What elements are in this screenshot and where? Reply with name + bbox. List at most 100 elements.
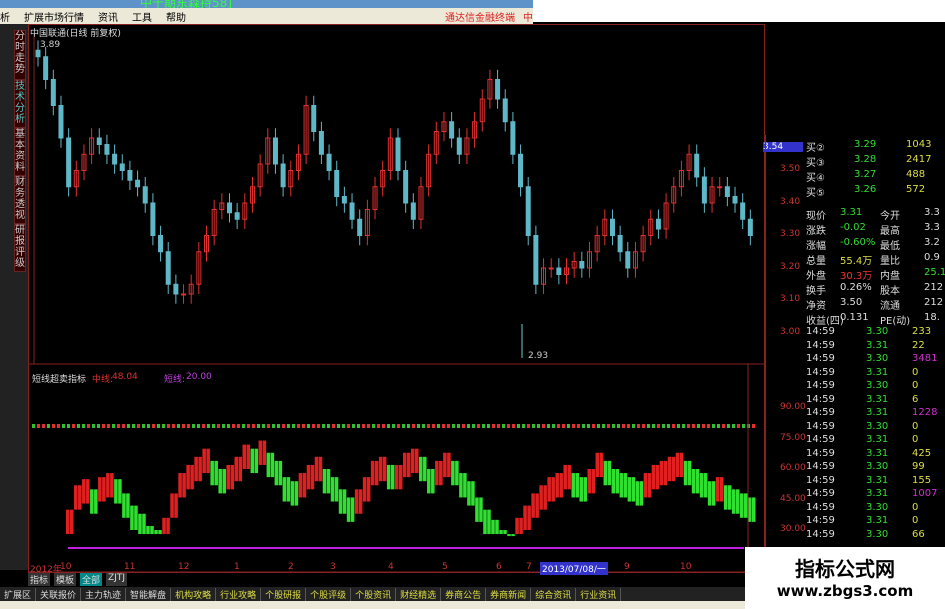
oscillator-bar: [314, 456, 319, 482]
menu-cut-item[interactable]: 析: [0, 9, 10, 24]
tab-zjtj[interactable]: ZJTJ: [106, 573, 128, 586]
bid-row: 买⑤ 3.26 572: [806, 184, 945, 199]
signal-dot: [652, 424, 655, 428]
bottom-link[interactable]: 智能解盘: [126, 587, 172, 601]
signal-dot: [367, 424, 370, 428]
candle: [426, 144, 432, 197]
oscillator-bar: [467, 481, 471, 506]
menu-item-news[interactable]: 资讯: [98, 9, 118, 24]
tab-all[interactable]: 全部: [80, 573, 103, 586]
tick-row-cell: 3.30: [866, 501, 889, 513]
candle: [441, 112, 447, 142]
candle-body: [556, 267, 562, 275]
tab-indicator[interactable]: 指标: [28, 573, 51, 586]
oscillator-bar: [627, 477, 632, 502]
candle: [58, 95, 64, 148]
oscillator-bar: [691, 469, 696, 494]
oscillator-bar: [366, 477, 371, 502]
bottom-link[interactable]: 综合资讯: [531, 587, 577, 601]
signal-dot: [412, 424, 415, 428]
oscillator-bar: [459, 473, 463, 498]
bottom-link[interactable]: 行业资讯: [576, 587, 622, 601]
signal-dot: [732, 424, 735, 428]
candle-body: [525, 186, 531, 236]
oscillator-bar: [655, 464, 660, 490]
oscillator-bar: [543, 485, 547, 510]
bid-row-cell: 488: [906, 169, 926, 180]
candle: [609, 209, 615, 246]
bid-row: 买② 3.29 1043: [806, 139, 945, 154]
signal-dot: [212, 424, 215, 428]
bottom-link[interactable]: 行业攻略: [216, 587, 262, 601]
oscillator-bar: [435, 460, 439, 486]
candle-body: [579, 261, 585, 269]
tab-financials[interactable]: 财务透视: [14, 176, 26, 224]
tab-ratings[interactable]: 研报评级: [14, 224, 26, 272]
bottom-link[interactable]: 券商公告: [441, 587, 487, 601]
date-tick: 5: [442, 562, 448, 572]
menu-item-tools[interactable]: 工具: [132, 9, 152, 24]
bottom-link[interactable]: 主力轨迹: [81, 587, 127, 601]
signal-dot: [217, 424, 220, 428]
bottom-link[interactable]: 关联报价: [36, 587, 82, 601]
oscillator-bar: [406, 452, 411, 478]
oscillator-bar: [318, 456, 323, 482]
oscillator-bar: [447, 452, 451, 478]
bid-row-cell: 买④: [806, 173, 825, 184]
oscillator-bar: [715, 477, 720, 502]
candle-body: [150, 202, 156, 236]
oscillator-bar: [555, 473, 559, 498]
candle: [502, 89, 508, 132]
oscillator-bar: [487, 509, 491, 535]
oscillator-bar: [302, 473, 307, 498]
tab-fundamentals[interactable]: 基本资料: [14, 128, 26, 176]
signal-dot: [492, 424, 495, 428]
bid-row: 买③ 3.28 2417: [806, 154, 945, 169]
signal-dot: [102, 424, 105, 428]
bottom-link[interactable]: 券商新闻: [486, 587, 532, 601]
signal-dot: [422, 424, 425, 428]
signal-dot: [427, 424, 430, 428]
candle-body: [694, 153, 700, 178]
oscillator-bar: [415, 448, 419, 474]
stat-row-cell: 3.3: [924, 207, 940, 218]
bottom-link[interactable]: 个股评级: [306, 587, 352, 601]
oscillator-bar: [78, 485, 82, 510]
bottom-link[interactable]: 财经精选: [396, 587, 442, 601]
candle: [694, 144, 700, 187]
candle: [135, 170, 141, 197]
menu-item-help[interactable]: 帮助: [166, 9, 186, 24]
menu-item-market[interactable]: 扩展市场行情: [24, 9, 84, 24]
candle-body: [311, 105, 317, 132]
signal-dot: [37, 424, 40, 428]
stat-row-cell: 换手: [806, 286, 826, 297]
oscillator-bar: [551, 477, 555, 502]
signal-dot: [577, 424, 580, 428]
bottom-link[interactable]: 个股研报: [261, 587, 307, 601]
bottom-link[interactable]: 个股资讯: [351, 587, 397, 601]
signal-dot: [507, 424, 510, 428]
candle: [586, 242, 592, 278]
tick-row: 14:59 3.31 0: [806, 367, 945, 381]
oscillator-bar: [222, 469, 226, 494]
signal-dot: [192, 424, 195, 428]
oscillator-bar: [274, 460, 279, 486]
candle: [464, 128, 470, 164]
bottom-link[interactable]: 机构攻略: [171, 587, 217, 601]
candle: [311, 95, 317, 142]
signal-dot: [712, 424, 715, 428]
chart-area[interactable]: 中国联通(日线 前复权) 3.89 2.93 短线超卖指标 中线: 48.04 …: [28, 24, 806, 584]
candle-body: [50, 79, 56, 106]
signal-dot: [97, 424, 100, 428]
signal-dot: [382, 424, 385, 428]
chart-canvas[interactable]: [28, 24, 765, 584]
candle: [272, 128, 278, 174]
signal-dot: [512, 424, 515, 428]
tab-template[interactable]: 模板: [54, 573, 77, 586]
signal-dot: [537, 424, 540, 428]
tab-technical[interactable]: 技术分析: [14, 80, 26, 128]
candle-body: [334, 170, 340, 197]
bottom-link[interactable]: 扩展区: [0, 587, 37, 601]
signal-dot: [642, 424, 645, 428]
tab-intraday[interactable]: 分时走势: [14, 30, 26, 80]
